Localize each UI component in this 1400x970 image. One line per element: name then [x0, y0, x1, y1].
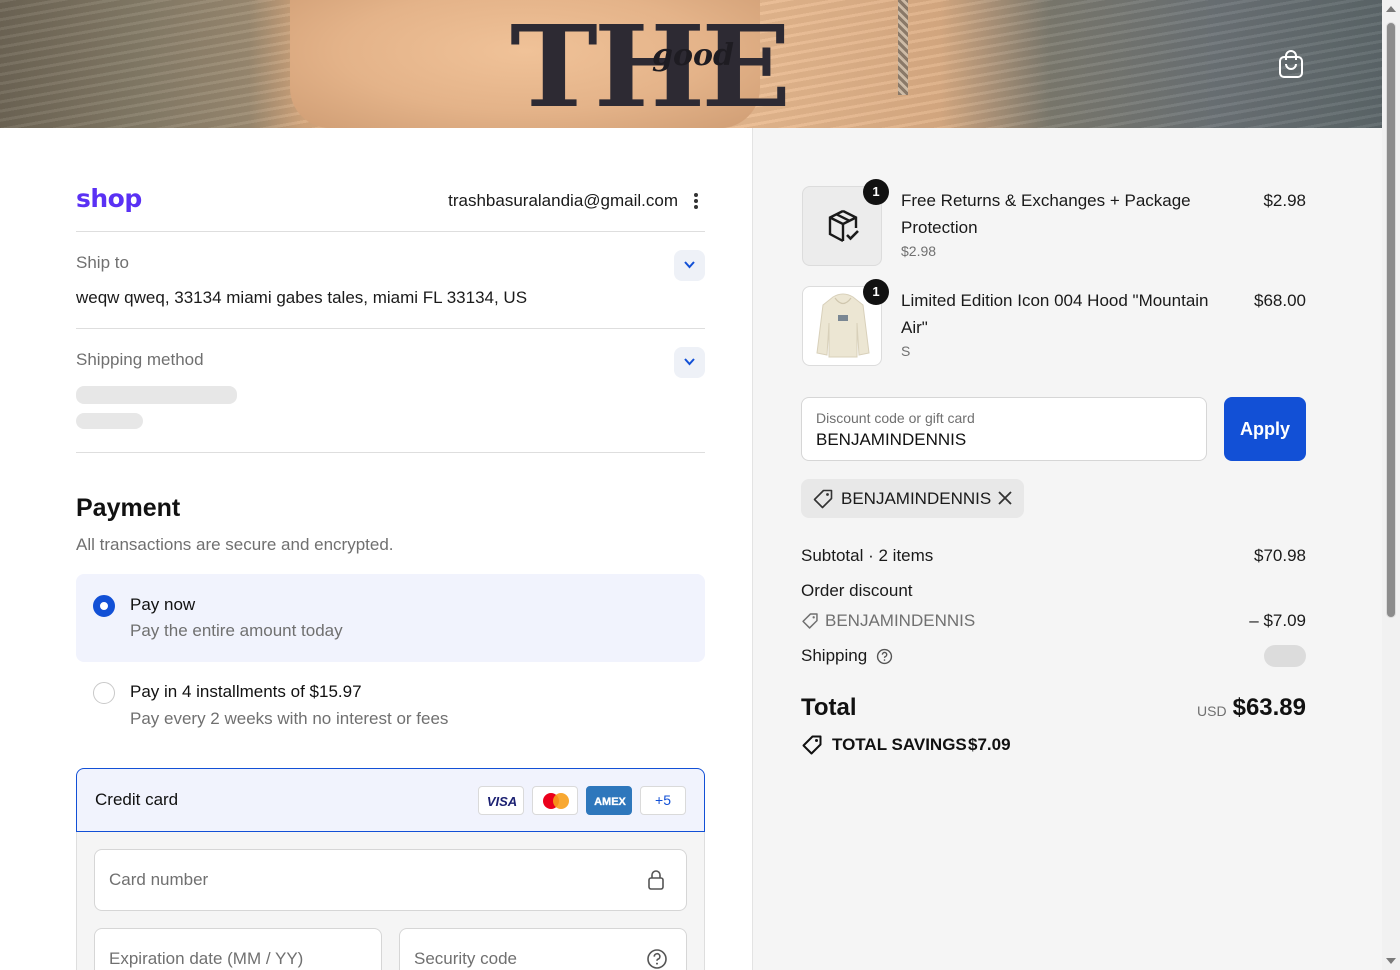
subtotal-value: $70.98	[1254, 546, 1306, 565]
cart-item-name: Free Returns & Exchanges + Package Prote…	[901, 191, 1191, 237]
credit-card-label: Credit card	[95, 790, 179, 809]
discount-field-label: Discount code or gift card	[816, 410, 975, 426]
total-currency: USD	[1197, 703, 1227, 719]
apply-discount-button[interactable]: Apply	[1224, 397, 1306, 461]
cart-item-price: $68.00	[1254, 291, 1306, 310]
divider	[76, 231, 705, 232]
cart-item-variant: S	[901, 343, 911, 359]
payment-option-title: Pay in 4 installments of $15.97	[130, 682, 362, 701]
security-code-placeholder: Security code	[414, 949, 517, 968]
discount-field-value: BENJAMINDENNIS	[816, 430, 967, 449]
scroll-up-arrow-icon[interactable]	[1386, 6, 1396, 12]
order-discount-code: BENJAMINDENNIS	[825, 611, 976, 630]
credit-card-option[interactable]: Credit card VISA AMEX +5	[76, 768, 705, 832]
shop-logo: shop	[76, 184, 142, 213]
card-number-placeholder: Card number	[109, 870, 209, 889]
order-discount-label: Order discount	[801, 581, 913, 600]
divider	[76, 452, 705, 453]
tag-icon	[802, 613, 818, 629]
tag-icon	[813, 489, 833, 509]
help-circle-icon[interactable]	[646, 948, 668, 970]
applied-discount-chip: BENJAMINDENNIS	[801, 479, 1024, 518]
order-discount-value: – $7.09	[1249, 611, 1306, 630]
card-number-field[interactable]: Card number	[94, 849, 687, 911]
cart-item-name: Limited Edition Icon 004 Hood "Mountain …	[901, 291, 1209, 337]
payment-option-subtitle: Pay every 2 weeks with no interest or fe…	[130, 709, 449, 728]
help-circle-icon[interactable]	[876, 648, 893, 665]
expiration-date-placeholder: Expiration date (MM / YY)	[109, 949, 304, 968]
quantity-badge: 1	[863, 279, 889, 305]
subtotal-label: Subtotal · 2 items	[801, 546, 934, 565]
savings-tag-icon	[802, 735, 822, 755]
shipping-value-skeleton	[1264, 645, 1306, 667]
total-value: $63.89	[1232, 694, 1306, 721]
loading-skeleton	[76, 386, 237, 404]
payment-option-installments[interactable]: Pay in 4 installments of $15.97 Pay ever…	[76, 662, 705, 750]
payment-option-title: Pay now	[130, 595, 196, 614]
expiration-date-field[interactable]: Expiration date (MM / YY)	[94, 928, 382, 970]
payment-subheading: All transactions are secure and encrypte…	[76, 535, 394, 554]
scroll-down-arrow-icon[interactable]	[1386, 958, 1396, 964]
payment-heading: Payment	[76, 494, 181, 522]
more-cards-badge: +5	[640, 786, 686, 815]
scrollbar-thumb[interactable]	[1386, 22, 1396, 618]
remove-discount-icon[interactable]	[996, 489, 1014, 507]
shipping-method-label: Shipping method	[76, 350, 204, 369]
applied-discount-code: BENJAMINDENNIS	[841, 489, 992, 508]
divider	[76, 328, 705, 329]
lock-icon	[648, 870, 664, 890]
loading-skeleton	[76, 413, 143, 429]
total-savings-label: TOTAL SAVINGS	[832, 735, 967, 754]
payment-option-subtitle: Pay the entire amount today	[130, 621, 343, 640]
visa-icon: VISA	[478, 786, 524, 815]
account-menu-button[interactable]	[691, 191, 701, 211]
chevron-down-icon	[684, 261, 695, 269]
credit-card-form: Card number Expiration date (MM / YY) Se…	[76, 832, 705, 970]
total-savings-value: $7.09	[968, 735, 1011, 754]
hero-hoodie-cord	[898, 0, 908, 95]
ship-to-address: weqw qweq, 33134 miami gabes tales, miam…	[76, 288, 528, 307]
cart-button[interactable]	[1276, 48, 1306, 80]
hero-banner: THE good	[0, 0, 1382, 128]
amex-icon: AMEX	[586, 786, 632, 815]
shopping-bag-icon	[1279, 50, 1303, 78]
discount-code-field[interactable]: Discount code or gift card BENJAMINDENNI…	[801, 397, 1207, 461]
payment-option-pay-now[interactable]: Pay now Pay the entire amount today	[76, 574, 705, 662]
mastercard-icon	[532, 786, 578, 815]
radio-selected[interactable]	[93, 595, 115, 617]
quantity-badge: 1	[863, 179, 889, 205]
package-protection-icon	[828, 209, 859, 243]
svg-text:VISA: VISA	[487, 794, 517, 809]
svg-text:AMEX: AMEX	[594, 796, 626, 808]
hero-shirt-text: THE	[510, 0, 791, 128]
ship-to-label: Ship to	[76, 253, 129, 272]
hoodie-image	[816, 293, 870, 358]
ship-to-toggle[interactable]	[674, 250, 705, 281]
chevron-down-icon	[684, 358, 695, 366]
page-scrollbar[interactable]	[1382, 0, 1400, 970]
cart-item-price: $2.98	[1263, 191, 1306, 210]
account-email: trashbasuralandia@gmail.com	[448, 191, 678, 210]
radio-unselected[interactable]	[93, 682, 115, 704]
cart-item-variant: $2.98	[901, 243, 937, 259]
total-label: Total	[801, 694, 857, 721]
security-code-field[interactable]: Security code	[399, 928, 687, 970]
shipping-label: Shipping	[801, 646, 868, 665]
shipping-method-toggle[interactable]	[674, 347, 705, 378]
hero-shirt-logo: good	[652, 38, 734, 73]
